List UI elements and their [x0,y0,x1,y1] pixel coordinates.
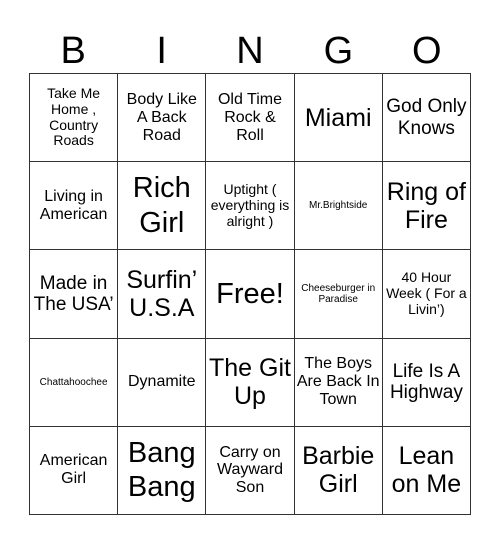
bingo-header: B I N G O [29,30,471,73]
header-letter-i: I [156,30,167,72]
bingo-cell[interactable]: The Git Up [206,338,295,427]
bingo-grid: Take Me Home , Country Roads Body Like A… [29,73,471,515]
bingo-cell[interactable]: Carry on Wayward Son [206,426,295,515]
bingo-cell[interactable]: Living in American [30,162,119,251]
bingo-cell[interactable]: Made in The USA’ [30,250,119,339]
bingo-cell[interactable]: 40 Hour Week ( For a Livin’) [382,250,471,339]
bingo-cell[interactable]: Body Like A Back Road [118,74,207,163]
bingo-cell[interactable]: Miami [294,74,383,163]
header-letter-o: O [412,30,442,72]
bingo-cell[interactable]: Barbie Girl [294,426,383,515]
bingo-cell[interactable]: Bang Bang [118,426,207,515]
bingo-cell[interactable]: American Girl [30,426,119,515]
header-letter-g: G [323,30,354,72]
bingo-cell[interactable]: Cheeseburger in Paradise [294,250,383,339]
bingo-cell[interactable]: Old Time Rock & Roll [206,74,295,163]
bingo-cell[interactable]: God Only Knows [382,74,471,163]
bingo-cell[interactable]: Take Me Home , Country Roads [30,74,119,163]
header-letter-n: N [236,30,264,72]
bingo-cell[interactable]: Surfin’ U.S.A [118,250,207,339]
bingo-cell[interactable]: The Boys Are Back In Town [294,338,383,427]
bingo-cell[interactable]: Dynamite [118,338,207,427]
bingo-cell[interactable]: Uptight ( everything is alright ) [206,162,295,251]
bingo-cell[interactable]: Rich Girl [118,162,207,251]
free-space-cell[interactable]: Free! [206,250,295,339]
bingo-cell[interactable]: Lean on Me [382,426,471,515]
header-letter-b: B [60,30,86,72]
bingo-cell[interactable]: Ring of Fire [382,162,471,251]
bingo-cell[interactable]: Chattahoochee [30,338,119,427]
bingo-cell[interactable]: Life Is A Highway [382,338,471,427]
bingo-cell[interactable]: Mr.Brightside [294,162,383,251]
